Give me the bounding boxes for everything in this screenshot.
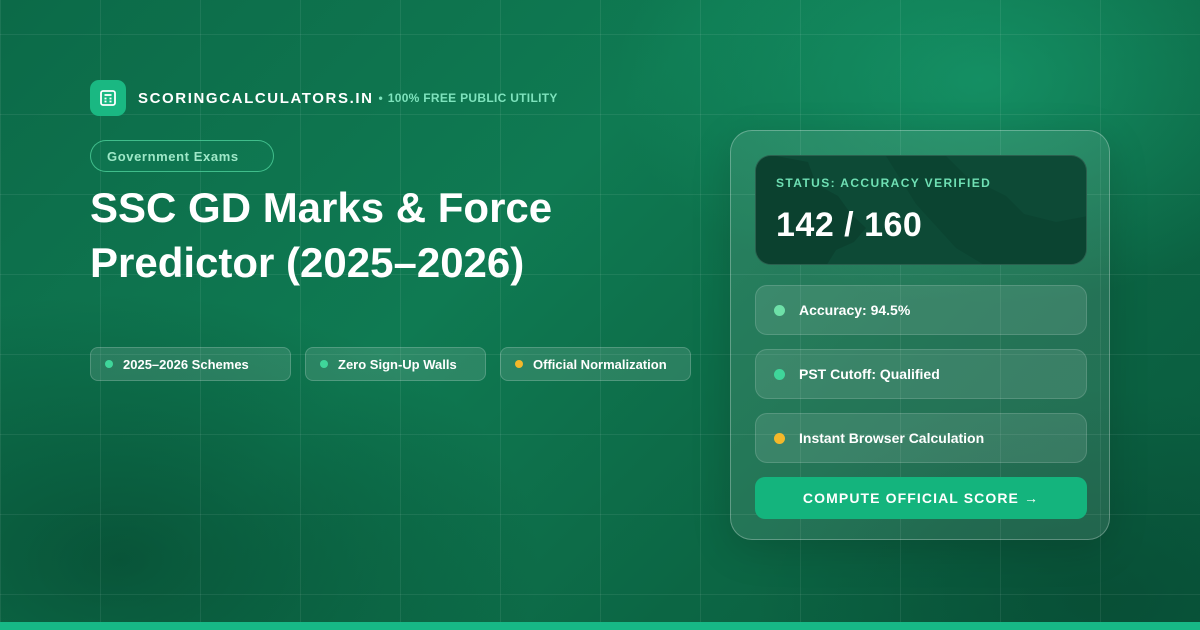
status-label: STATUS: ACCURACY VERIFIED — [776, 176, 992, 190]
page-title-line-2: Predictor (2025–2026) — [90, 239, 525, 286]
feature-chips: 2025–2026 Schemes Zero Sign-Up Walls Off… — [90, 347, 691, 381]
yellow-dot-icon — [515, 360, 523, 368]
green-dot-icon — [774, 368, 785, 380]
result-row-pst-cutoff: PST Cutoff: Qualified — [755, 349, 1087, 399]
result-row-label: Instant Browser Calculation — [799, 430, 985, 446]
feature-chip-label: Zero Sign-Up Walls — [338, 356, 457, 372]
green-dot-icon — [774, 304, 785, 316]
brand-tagline: 100% FREE PUBLIC UTILITY — [387, 91, 558, 105]
result-row-label: Accuracy: 94.5% — [799, 302, 911, 318]
result-row-label: PST Cutoff: Qualified — [799, 366, 940, 382]
score-card: STATUS: ACCURACY VERIFIED 142 / 160 Accu… — [730, 130, 1110, 540]
green-dot-icon — [320, 360, 328, 368]
page-title: SSC GD Marks & Force Predictor (2025–202… — [90, 180, 650, 290]
feature-chip-label: Official Normalization — [533, 356, 667, 372]
brand-name: SCORINGCALCULATORS.IN — [138, 89, 374, 107]
feature-chip-label: 2025–2026 Schemes — [123, 356, 249, 372]
yellow-dot-icon — [774, 432, 785, 444]
bottom-accent-bar — [0, 622, 1200, 630]
calculator-icon — [90, 80, 126, 116]
feature-chip-no-signup: Zero Sign-Up Walls — [305, 347, 486, 381]
green-dot-icon — [105, 360, 113, 368]
result-row-accuracy: Accuracy: 94.5% — [755, 285, 1087, 335]
feature-chip-normalization: Official Normalization — [500, 347, 691, 381]
score-value: 142 / 160 — [776, 206, 923, 244]
status-panel: STATUS: ACCURACY VERIFIED 142 / 160 — [755, 155, 1087, 265]
category-badge: Government Exams — [90, 140, 274, 172]
brand-header: SCORINGCALCULATORS.IN • 100% FREE PUBLIC… — [90, 80, 558, 116]
page-title-line-1: SSC GD Marks & Force — [90, 184, 553, 231]
feature-chip-schemes: 2025–2026 Schemes — [90, 347, 291, 381]
compute-score-button[interactable]: COMPUTE OFFICIAL SCORE → — [755, 477, 1087, 519]
brand-separator: • — [378, 91, 383, 105]
result-row-instant-calc: Instant Browser Calculation — [755, 413, 1087, 463]
